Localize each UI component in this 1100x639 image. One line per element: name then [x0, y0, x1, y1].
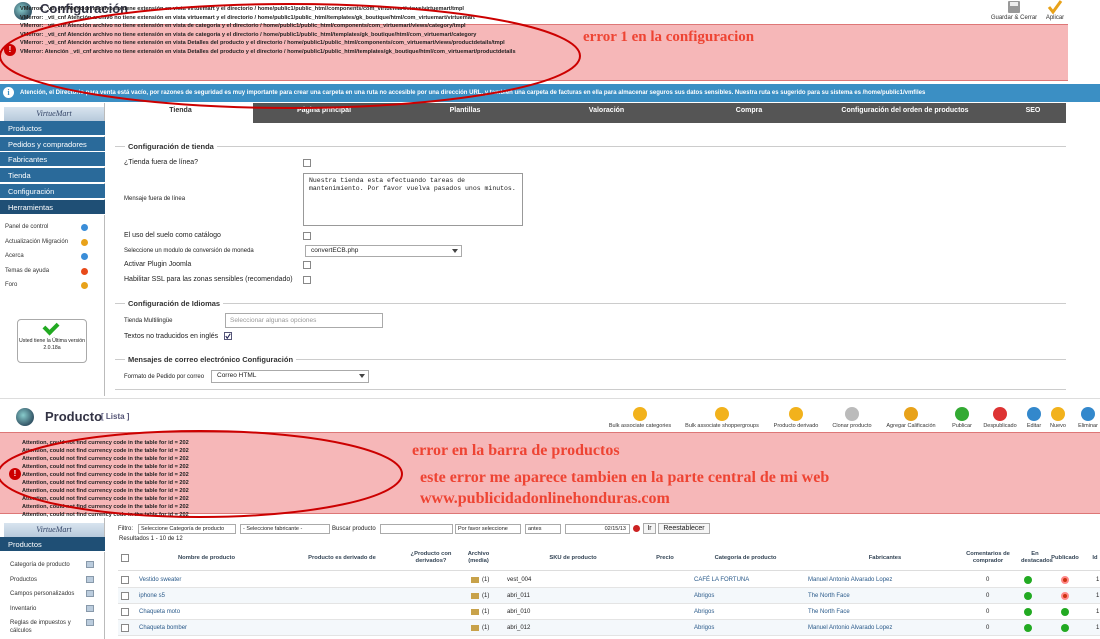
annotation-ellipse-product [0, 430, 403, 518]
annotation-ellipse-config [0, 3, 581, 109]
annotation-overlay [0, 3, 581, 518]
